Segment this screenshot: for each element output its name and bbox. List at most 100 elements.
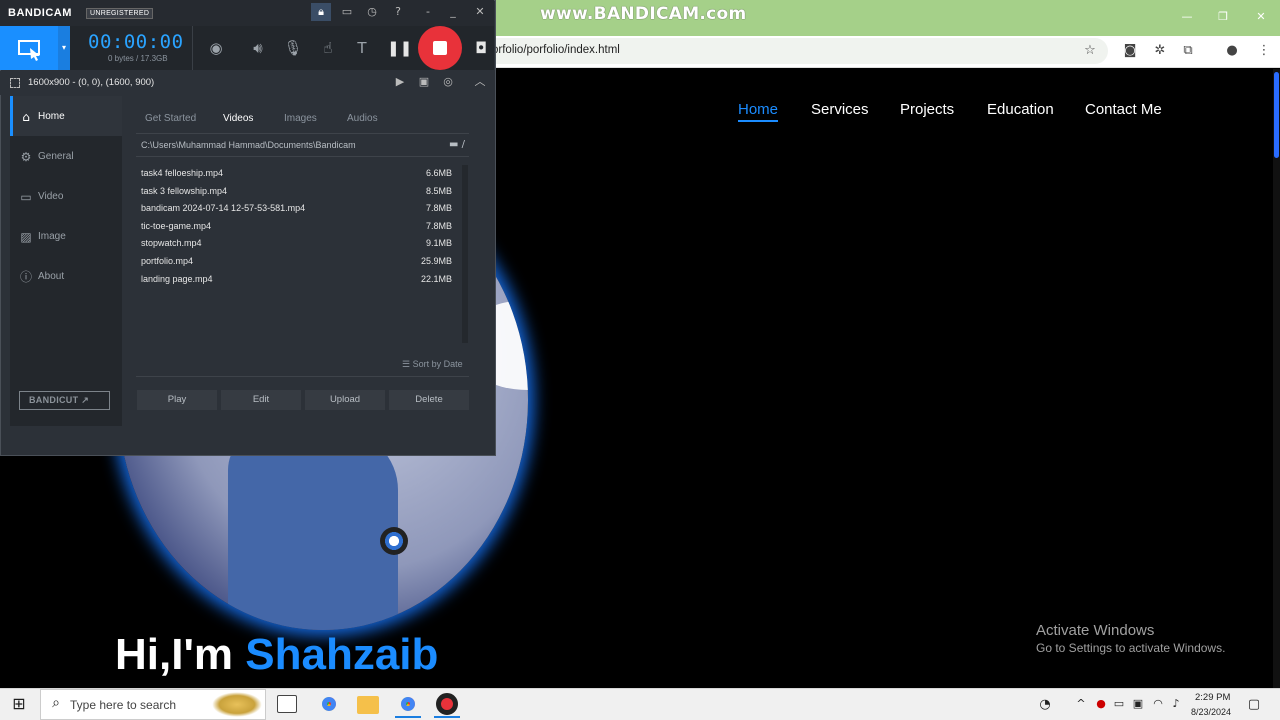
nav-projects-link[interactable]: Projects [900, 101, 954, 118]
pause-icon[interactable]: ❚❚ [387, 36, 412, 60]
maximize-icon[interactable]: ❐ [1208, 6, 1238, 28]
unregistered-badge: UNREGISTERED [86, 8, 154, 19]
search-highlight-image [212, 692, 262, 717]
mouse-click-icon[interactable]: ☝︎ [316, 36, 340, 60]
sidebar-item-about[interactable]: About [38, 271, 64, 282]
file-size: 25.9MB [420, 255, 452, 266]
profile-avatar[interactable]: ● [1222, 41, 1242, 61]
tab-get-started[interactable]: Get Started [145, 113, 196, 124]
weather-icon[interactable]: ◔ [1038, 697, 1052, 712]
video-mode-icon[interactable]: ▶ [390, 73, 410, 91]
sidebar-item-general[interactable]: General [38, 151, 74, 162]
search-icon: ⌕ [52, 695, 60, 711]
open-folder-icon[interactable]: ▬ / [449, 139, 465, 150]
file-name: task 3 fellowship.mp4 [141, 185, 228, 196]
sidebar-item-home[interactable]: Home [38, 111, 65, 122]
microphone-icon[interactable]: 🎙︎ [281, 36, 305, 60]
nav-services-link[interactable]: Services [811, 101, 869, 118]
help-icon[interactable]: ? [388, 3, 408, 21]
screen-select-icon [18, 40, 40, 61]
file-name: portfolio.mp4 [141, 255, 194, 266]
file-explorer-icon[interactable] [357, 696, 379, 714]
camera-icon[interactable]: ◙ [1120, 41, 1140, 61]
bandicut-label: BANDICUT [29, 395, 79, 405]
collapse-chevron-icon[interactable]: ︿ [470, 73, 490, 91]
windows-start-icon[interactable]: ⊞ [10, 695, 28, 713]
area-select-icon[interactable] [10, 78, 20, 88]
minimize-icon[interactable]: — [1172, 6, 1202, 28]
clock-time[interactable]: 2:29 PM [1195, 692, 1230, 703]
webcam-icon[interactable]: ◉ [204, 36, 228, 60]
list-item[interactable]: task 3 fellowship.mp4 8.5MB [136, 183, 460, 201]
hero-figure [228, 430, 398, 630]
bandicam-minimize-icon[interactable]: _ [443, 3, 463, 21]
page-scrollbar[interactable] [1273, 69, 1280, 688]
image-mode-icon[interactable]: ▣ [414, 73, 434, 91]
list-item[interactable]: bandicam 2024-07-14 12-57-53-581.mp4 7.8M… [136, 200, 460, 218]
extension-bug-icon[interactable]: ✲ [1150, 41, 1170, 61]
menu-kebab-icon[interactable]: ⋮ [1254, 41, 1274, 61]
search-placeholder[interactable]: Type here to search [70, 698, 176, 712]
nav-education-link[interactable]: Education [987, 101, 1054, 118]
volume-icon[interactable]: ♪ [1169, 697, 1183, 710]
sidebar-item-video[interactable]: Video [38, 191, 63, 202]
screen-mode-button[interactable] [0, 26, 58, 70]
list-item[interactable]: tic-toe-game.mp4 7.8MB [136, 218, 460, 236]
list-item[interactable]: stopwatch.mp4 9.1MB [136, 235, 460, 253]
notifications-icon[interactable]: ▢ [1247, 697, 1261, 712]
audio-mode-icon[interactable]: ◎ [438, 73, 458, 91]
list-item[interactable]: portfolio.mp4 25.9MB [136, 253, 460, 271]
video-file-list: task4 felloeship.mp4 6.6MB task 3 fellows… [136, 165, 460, 288]
network-adapter-icon[interactable]: ▣ [1131, 697, 1145, 710]
delete-button[interactable]: Delete [389, 390, 469, 410]
chrome-taskbar-icon[interactable] [318, 693, 340, 715]
divider [136, 133, 469, 134]
home-icon: ⌂ [22, 110, 30, 124]
play-button[interactable]: Play [137, 390, 217, 410]
path-suffix: / [461, 139, 466, 150]
file-list-scrollbar[interactable] [462, 165, 468, 343]
file-size: 22.1MB [420, 273, 452, 284]
bandicam-minimize-small-icon[interactable]: - [418, 3, 438, 21]
bandicam-taskbar-icon[interactable] [436, 693, 458, 715]
page-scroll-thumb[interactable] [1274, 72, 1279, 158]
mode-dropdown-chevron-icon[interactable]: ▾ [58, 26, 70, 70]
upload-button[interactable]: Upload [305, 390, 385, 410]
chrome-profile-taskbar-icon[interactable] [397, 693, 419, 715]
tab-audios[interactable]: Audios [347, 113, 378, 124]
bookmark-star-icon[interactable]: ☆ [1080, 41, 1100, 61]
bandicam-sidebar [10, 96, 122, 426]
task-view-icon[interactable] [277, 695, 297, 713]
nav-home-link[interactable]: Home [738, 101, 779, 122]
wifi-icon[interactable]: ◠ [1151, 697, 1165, 710]
file-name: stopwatch.mp4 [141, 238, 202, 249]
close-icon[interactable]: ✕ [1246, 6, 1276, 28]
edit-button[interactable]: Edit [221, 390, 301, 410]
bandicam-tray-icon[interactable]: ● [1094, 697, 1108, 710]
toolbar-divider [192, 26, 193, 70]
nav-contact-link[interactable]: Contact Me [1085, 101, 1162, 118]
lock-icon[interactable]: 🔒︎ [311, 3, 331, 21]
sort-by-date-button[interactable]: ☰ Sort by Date [402, 359, 463, 370]
tray-chevron-icon[interactable]: ^ [1074, 697, 1088, 710]
list-item[interactable]: task4 felloeship.mp4 6.6MB [136, 165, 460, 183]
screenshot-camera-icon[interactable]: ◘ [469, 36, 493, 60]
text-overlay-icon[interactable]: T [350, 36, 374, 60]
clock-date[interactable]: 8/23/2024 [1191, 707, 1231, 717]
folder-icon[interactable]: ▭ [337, 3, 357, 21]
sidebar-item-image[interactable]: Image [38, 231, 66, 242]
battery-icon[interactable]: ▭ [1112, 697, 1126, 710]
list-item[interactable]: landing page.mp4 22.1MB [136, 271, 460, 289]
extensions-icon[interactable]: ⧉ [1178, 41, 1198, 61]
activate-windows-subtitle: Go to Settings to activate Windows. [1036, 641, 1226, 655]
tab-videos[interactable]: Videos [223, 113, 253, 124]
file-name: tic-toe-game.mp4 [141, 220, 212, 231]
tab-images[interactable]: Images [284, 113, 317, 124]
speaker-icon[interactable]: 🔊︎ [246, 36, 270, 60]
bandicam-logo: BANDICAM [8, 7, 72, 19]
hero-heading: Hi,I'm Shahzaib [115, 630, 438, 680]
bandicut-button[interactable]: BANDICUT ↗ [19, 391, 110, 410]
clock-icon[interactable]: ◷ [362, 3, 382, 21]
address-url[interactable]: orfolio/porfolio/index.html [492, 44, 620, 56]
bandicam-close-icon[interactable]: ✕ [470, 3, 490, 21]
